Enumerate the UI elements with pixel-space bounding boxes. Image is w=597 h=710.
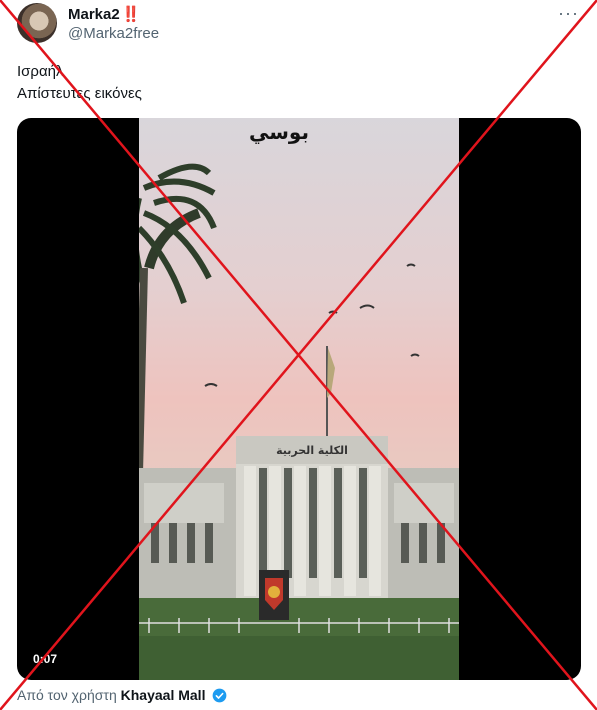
display-name[interactable]: Marka2 ‼️ <box>68 5 140 23</box>
avatar[interactable] <box>17 3 57 43</box>
source-attribution: Από τον χρήστη Khayaal Mall <box>17 687 227 706</box>
source-user-link[interactable]: Khayaal Mall <box>121 687 206 703</box>
video-scene: بوسي الكلية الحربية <box>139 120 459 680</box>
tweet-text-line-2: Απίστευτες εικόνες <box>17 85 142 102</box>
building: الكلية الحربية <box>139 436 459 680</box>
tweet-text-line-1: Ισραήλ <box>17 63 64 80</box>
video-player[interactable]: بوسي الكلية الحربية 0:07 <box>17 118 581 680</box>
video-frame: بوسي الكلية الحربية <box>139 118 459 680</box>
paragliders <box>204 263 420 387</box>
video-timestamp: 0:07 <box>33 652 58 666</box>
flag <box>327 348 335 398</box>
double-exclamation-emoji: ‼️ <box>121 6 141 23</box>
tweet-text: Ισραήλ Απίστευτες εικόνες <box>17 61 142 105</box>
verified-badge-icon <box>212 688 227 706</box>
source-prefix: Από τον χρήστη <box>17 687 117 703</box>
more-options-icon[interactable]: ··· <box>558 3 579 24</box>
video-caption-text: بوسي <box>249 120 309 145</box>
user-handle[interactable]: @Marka2free <box>68 25 159 42</box>
building-sign: الكلية الحربية <box>276 444 348 457</box>
